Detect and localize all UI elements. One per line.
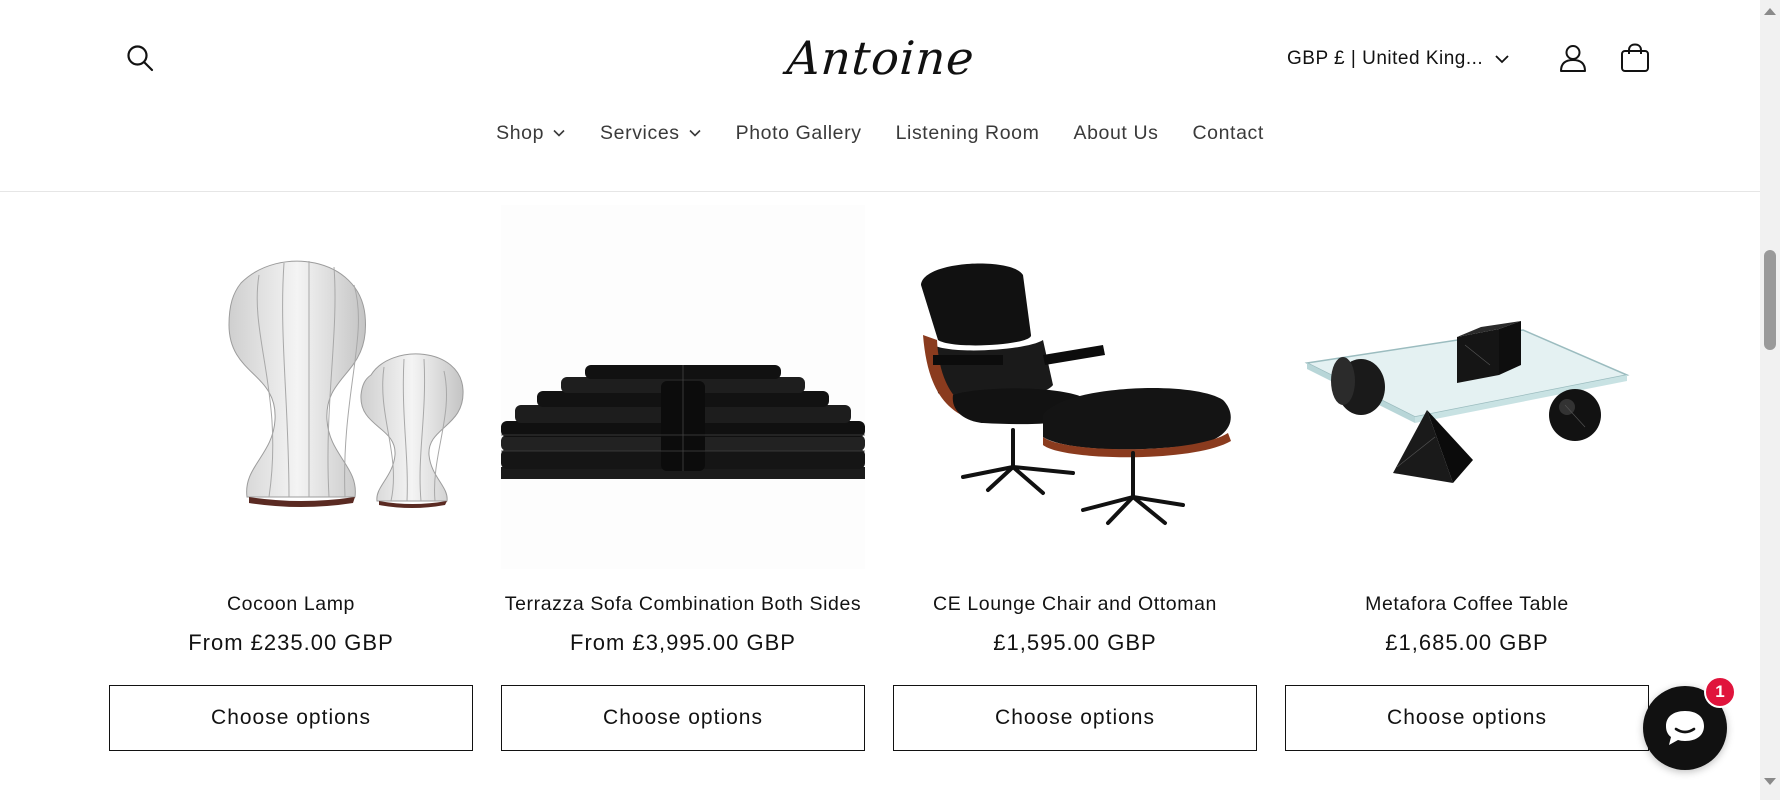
- product-title[interactable]: Cocoon Lamp: [109, 593, 473, 616]
- main-navigation: Shop Services Photo Gallery Listening Ro…: [0, 115, 1760, 151]
- choose-options-button[interactable]: Choose options: [109, 685, 473, 751]
- product-price: £1,685.00 GBP: [1385, 630, 1549, 655]
- search-button[interactable]: [122, 40, 158, 76]
- chevron-down-icon: [688, 126, 702, 140]
- product-card-cocoon-lamp: Cocoon Lamp From £235.00 GBP Choose opti…: [109, 205, 473, 765]
- nav-label: Services: [600, 121, 680, 144]
- coffee-table-image[interactable]: [1285, 205, 1649, 569]
- product-card-terrazza-sofa: Terrazza Sofa Combination Both Sides Fro…: [501, 205, 865, 765]
- nav-item-photo-gallery[interactable]: Photo Gallery: [719, 115, 879, 151]
- choose-options-button[interactable]: Choose options: [501, 685, 865, 751]
- chat-notification-badge: 1: [1704, 676, 1736, 708]
- account-button[interactable]: [1555, 40, 1591, 76]
- chevron-down-icon: [1495, 55, 1509, 64]
- site-logo[interactable]: Antoine: [784, 30, 978, 86]
- logo-text: Antoine: [785, 31, 977, 85]
- product-card-metafora-table: Metafora Coffee Table £1,685.00 GBP Choo…: [1285, 205, 1649, 765]
- site-header: Antoine GBP £ | United King... Shop Serv…: [0, 0, 1760, 192]
- nav-item-shop[interactable]: Shop: [479, 115, 583, 151]
- nav-label: Shop: [496, 121, 545, 144]
- nav-item-contact[interactable]: Contact: [1175, 115, 1280, 151]
- product-price: £1,595.00 GBP: [993, 630, 1157, 655]
- currency-selector[interactable]: GBP £ | United King...: [1287, 44, 1509, 74]
- scroll-thumb[interactable]: [1764, 250, 1776, 350]
- product-card-lounge-chair: CE Lounge Chair and Ottoman £1,595.00 GB…: [893, 205, 1257, 765]
- user-icon: [1560, 45, 1586, 72]
- product-price: From £3,995.00 GBP: [570, 630, 796, 655]
- nav-item-services[interactable]: Services: [583, 115, 719, 151]
- nav-label: About Us: [1073, 121, 1159, 144]
- choose-options-button[interactable]: Choose options: [893, 685, 1257, 751]
- choose-options-button[interactable]: Choose options: [1285, 685, 1649, 751]
- scroll-up-arrow[interactable]: [1764, 8, 1776, 15]
- product-title[interactable]: CE Lounge Chair and Ottoman: [893, 593, 1257, 616]
- terrazza-sofa-image[interactable]: [501, 205, 865, 569]
- cart-icon: [1621, 43, 1649, 72]
- product-title[interactable]: Metafora Coffee Table: [1285, 593, 1649, 616]
- page-scrollbar[interactable]: [1760, 0, 1780, 800]
- chat-bubble-icon: [1666, 711, 1704, 745]
- scroll-down-arrow[interactable]: [1764, 778, 1776, 785]
- nav-label: Listening Room: [895, 121, 1040, 144]
- lounge-chair-image[interactable]: [893, 205, 1257, 569]
- nav-item-about-us[interactable]: About Us: [1056, 115, 1175, 151]
- search-icon: [127, 45, 154, 72]
- nav-label: Contact: [1192, 121, 1264, 144]
- product-title[interactable]: Terrazza Sofa Combination Both Sides: [501, 593, 865, 616]
- currency-label: GBP £ | United King...: [1287, 48, 1484, 69]
- product-grid: Cocoon Lamp From £235.00 GBP Choose opti…: [109, 205, 1649, 785]
- product-price: From £235.00 GBP: [188, 630, 394, 655]
- nav-item-listening-room[interactable]: Listening Room: [879, 115, 1057, 151]
- chevron-down-icon: [552, 126, 566, 140]
- cocoon-lamp-image[interactable]: [109, 205, 473, 569]
- nav-label: Photo Gallery: [735, 121, 862, 144]
- cart-button[interactable]: [1617, 40, 1653, 76]
